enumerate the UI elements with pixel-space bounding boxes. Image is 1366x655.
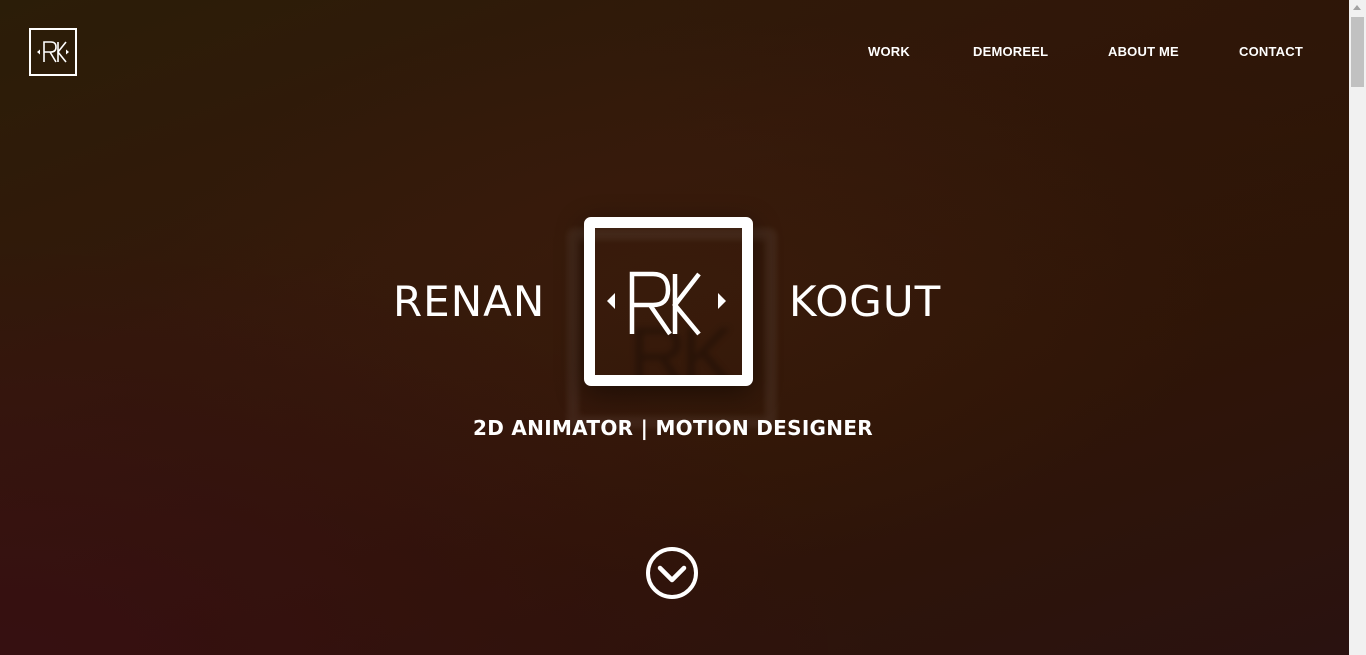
scrollbar-thumb[interactable] <box>1351 17 1364 87</box>
nav-item-demoreel[interactable]: DEMOREEL <box>973 44 1048 59</box>
page-scrollbar[interactable] <box>1349 0 1366 655</box>
nav-item-contact[interactable]: CONTACT <box>1239 44 1303 59</box>
nav-item-work[interactable]: WORK <box>868 44 910 59</box>
scroll-up-arrow-icon[interactable] <box>1353 5 1361 10</box>
hero-logo-icon <box>584 217 753 386</box>
hero-last-name: KOGUT <box>789 277 942 326</box>
nav-item-about-me[interactable]: ABOUT ME <box>1108 44 1179 59</box>
main-nav: WORK DEMOREEL ABOUT ME CONTACT <box>0 44 1366 60</box>
chevron-down-circle-icon[interactable] <box>645 546 699 600</box>
landing-page: RK WORK DEMOREEL ABOUT ME CONTACT RENAN <box>0 0 1366 655</box>
hero-tagline: 2D ANIMATOR | MOTION DESIGNER <box>473 416 873 440</box>
hero-first-name: RENAN <box>393 277 546 326</box>
